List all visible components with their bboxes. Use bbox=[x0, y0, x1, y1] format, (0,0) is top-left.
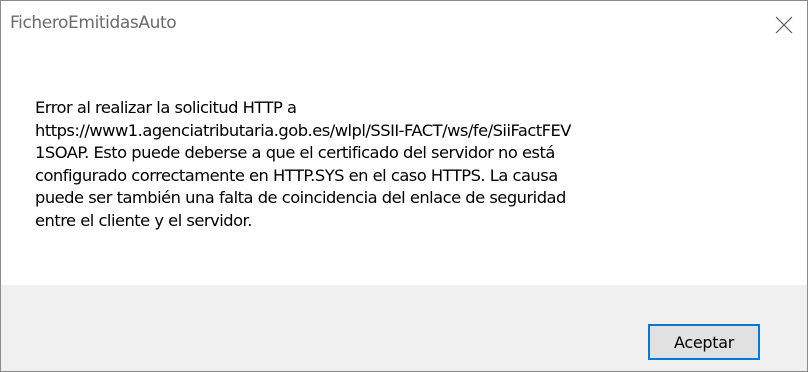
message-dialog: FicheroEmitidasAuto Error al realizar la… bbox=[0, 0, 808, 372]
dialog-footer: Aceptar bbox=[1, 285, 807, 371]
window-title: FicheroEmitidasAuto bbox=[10, 13, 177, 33]
accept-button-label: Aceptar bbox=[673, 332, 735, 352]
title-bar: FicheroEmitidasAuto bbox=[1, 1, 807, 49]
close-icon bbox=[775, 16, 793, 34]
accept-button[interactable]: Aceptar bbox=[648, 324, 760, 360]
error-message: Error al realizar la solicitud HTTP a ht… bbox=[35, 98, 571, 230]
close-button[interactable] bbox=[761, 1, 807, 49]
